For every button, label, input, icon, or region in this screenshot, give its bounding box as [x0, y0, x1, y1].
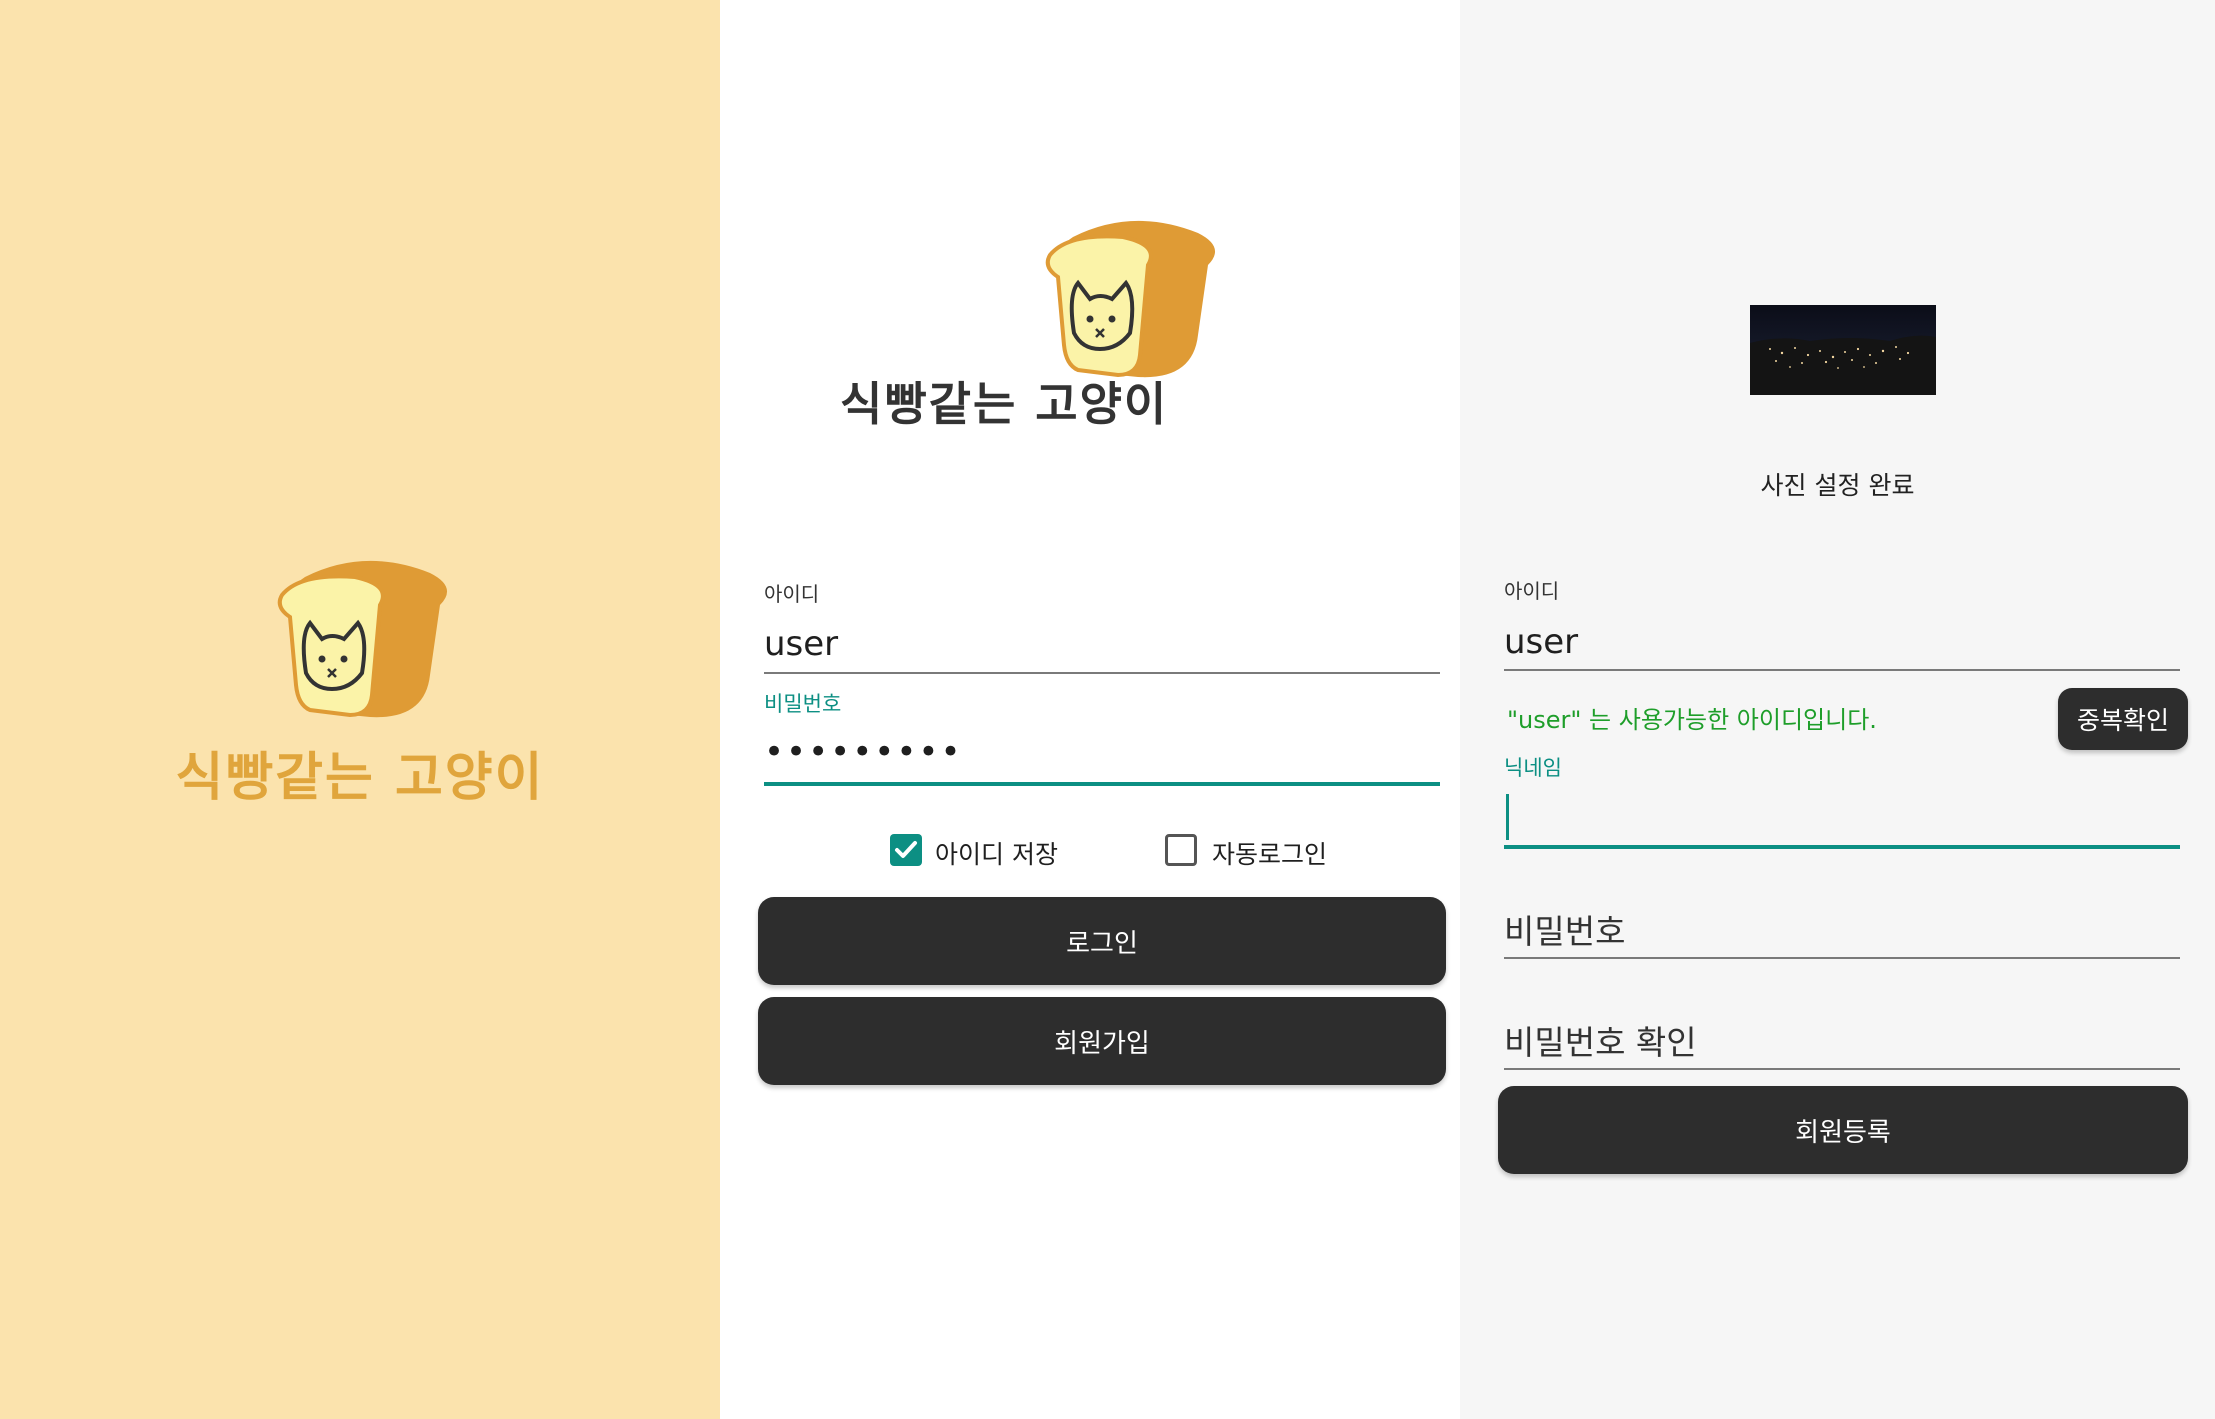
password-confirm-input[interactable]: 비밀번호 확인 [1504, 1016, 1697, 1064]
id-label: 아이디 [764, 582, 820, 606]
check-icon [895, 841, 917, 858]
auto-login-checkbox[interactable] [1165, 834, 1197, 866]
password-input[interactable]: ••••••••• [764, 732, 963, 772]
id-input[interactable]: user [764, 624, 838, 664]
save-id-checkbox[interactable] [890, 834, 922, 866]
night-city-image [1750, 335, 1936, 395]
splash-logo [270, 555, 460, 730]
profile-photo[interactable] [1750, 305, 1936, 395]
auto-login-label[interactable]: 자동로그인 [1212, 835, 1327, 871]
id-available-message: "user" 는 사용가능한 아이디입니다. [1507, 706, 1877, 734]
signup-id-label: 아이디 [1504, 579, 1560, 603]
bread-cat-icon [1045, 220, 1216, 378]
signup-button[interactable]: 회원가입 [758, 997, 1446, 1085]
login-logo-text: 식빵같는 고양이 [840, 377, 1169, 431]
login-button[interactable]: 로그인 [758, 897, 1446, 985]
bread-cat-icon [277, 560, 448, 718]
password-input[interactable]: 비밀번호 [1504, 905, 1625, 953]
id-input-underline [764, 672, 1440, 674]
password-label: 비밀번호 [764, 692, 842, 716]
nickname-input[interactable] [1504, 790, 2180, 840]
signup-id-underline [1504, 669, 2180, 671]
splash-screen: 식빵같는 고양이 [0, 0, 720, 1419]
photo-status-text: 사진 설정 완료 [1760, 471, 1915, 500]
nickname-label: 닉네임 [1504, 756, 1562, 780]
signup-screen: 사진 설정 완료 아이디 user "user" 는 사용가능한 아이디입니다.… [1460, 0, 2215, 1419]
duplicate-check-button[interactable]: 중복확인 [2058, 688, 2188, 750]
signup-id-input[interactable]: user [1504, 622, 1578, 662]
nickname-underline [1504, 845, 2180, 849]
password-input-underline [764, 782, 1440, 786]
register-button[interactable]: 회원등록 [1498, 1086, 2188, 1174]
password-confirm-underline [1504, 1068, 2180, 1070]
save-id-label[interactable]: 아이디 저장 [935, 835, 1058, 871]
login-logo [1038, 215, 1228, 390]
login-screen: 식빵같는 고양이 아이디 user 비밀번호 ••••••••• 아이디 저장 … [720, 0, 1460, 1419]
text-cursor [1506, 794, 1509, 840]
password-underline [1504, 957, 2180, 959]
splash-logo-text: 식빵같는 고양이 [175, 748, 545, 808]
